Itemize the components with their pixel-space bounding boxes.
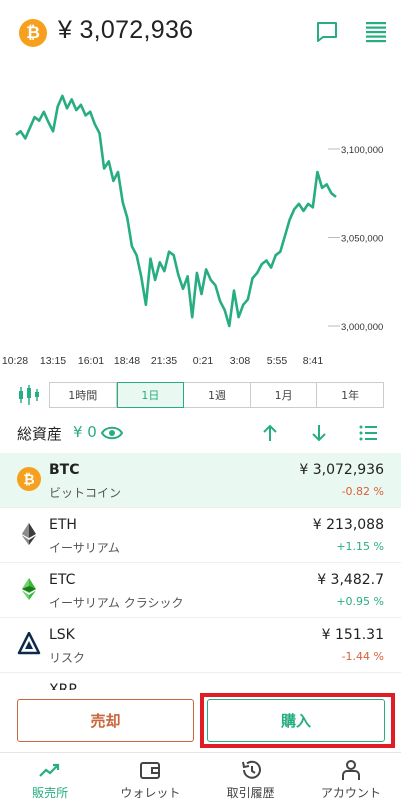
nav-label: ウォレット xyxy=(120,786,181,800)
coin-change: +1.15 % xyxy=(336,540,384,553)
nav-item-wallet[interactable]: ウォレット xyxy=(100,753,200,800)
coin-price: ¥ 151.31 xyxy=(321,627,384,643)
price-chart[interactable]: 3,100,000 3,050,000 3,000,000 10:28 13:15 16:… xyxy=(0,64,401,374)
nav-label: アカウント xyxy=(320,786,381,800)
total-assets-label: 総資産 xyxy=(17,425,63,443)
list-item-etc[interactable]: ETC イーサリアム クラシック ¥ 3,482.7 +0.95 % xyxy=(0,563,401,618)
x-tick-label: 8:41 xyxy=(303,355,324,367)
tab-1-year[interactable]: 1年 xyxy=(317,383,383,407)
list-item-eth[interactable]: ETH イーサリアム ¥ 213,088 +1.15 % xyxy=(0,508,401,563)
action-bar: 売却 購入 xyxy=(0,690,401,750)
y-tick-label: 3,050,000 xyxy=(341,234,383,245)
y-tick-label: 3,000,000 xyxy=(341,322,383,333)
chat-icon[interactable] xyxy=(315,20,339,44)
y-tick-label: 3,100,000 xyxy=(341,145,383,156)
coin-symbol: XRP xyxy=(49,682,77,690)
eye-icon[interactable] xyxy=(101,423,123,443)
coin-symbol: ETH xyxy=(49,517,77,533)
buy-button[interactable]: 購入 xyxy=(207,699,385,742)
tab-1-day[interactable]: 1日 xyxy=(116,382,185,408)
header: ₿ ¥ 3,072,936 xyxy=(0,0,401,64)
nav-label: 取引履歴 xyxy=(226,786,275,800)
lisk-icon xyxy=(17,632,41,655)
coin-name: ビットコイン xyxy=(49,486,122,500)
coin-name: イーサリアム xyxy=(49,541,120,555)
ethereum-icon xyxy=(22,523,36,545)
nav-item-account[interactable]: アカウント xyxy=(301,753,401,800)
list-item-lsk[interactable]: LSK リスク ¥ 151.31 -1.44 % xyxy=(0,618,401,673)
coin-list: ₿ BTC ビットコイン ¥ 3,072,936 -0.82 % ETH イーサ… xyxy=(0,453,401,690)
nav-item-history[interactable]: 取引履歴 xyxy=(201,753,301,800)
range-selector: 1時間 1日 1週 1月 1年 xyxy=(0,382,401,408)
total-assets-value: ¥ 0 xyxy=(73,423,97,441)
coin-name: リスク xyxy=(49,651,86,665)
coin-change: +0.95 % xyxy=(336,595,384,608)
ethereum-classic-icon xyxy=(22,578,36,600)
tab-1-week[interactable]: 1週 xyxy=(184,383,251,407)
account-icon xyxy=(341,760,360,780)
bottom-nav: 販売所 ウォレット 取引履歴 アカウント xyxy=(0,752,401,800)
total-assets-row: 総資産 ¥ 0 xyxy=(0,420,401,446)
coin-price: ¥ 213,088 xyxy=(312,517,384,533)
x-tick-label: 5:55 xyxy=(267,355,288,367)
list-icon[interactable] xyxy=(357,422,379,444)
price-line xyxy=(15,94,337,328)
x-tick-label: 3:08 xyxy=(230,355,251,367)
svg-text:₿: ₿ xyxy=(23,471,34,487)
current-price: ¥ 3,072,936 xyxy=(58,16,194,44)
sell-button[interactable]: 売却 xyxy=(17,699,194,742)
x-tick-label: 21:35 xyxy=(151,355,177,367)
history-icon xyxy=(241,760,261,779)
list-item-btc[interactable]: ₿ BTC ビットコイン ¥ 3,072,936 -0.82 % xyxy=(0,453,401,508)
coin-symbol: LSK xyxy=(49,627,75,643)
coin-change: -0.82 % xyxy=(341,485,384,498)
trend-icon xyxy=(39,763,60,777)
arrow-down-icon[interactable] xyxy=(308,422,330,444)
coin-symbol: ETC xyxy=(49,572,76,588)
arrow-up-icon[interactable] xyxy=(259,422,281,444)
menu-icon[interactable] xyxy=(364,20,388,44)
nav-item-exchange[interactable]: 販売所 xyxy=(0,753,100,800)
tab-1-hour[interactable]: 1時間 xyxy=(50,383,117,407)
candlestick-icon[interactable] xyxy=(17,384,41,406)
x-tick-label: 16:01 xyxy=(78,355,104,367)
coin-symbol: BTC xyxy=(49,462,80,478)
coin-price: ¥ 3,482.7 xyxy=(317,572,384,588)
x-tick-label: 18:48 xyxy=(114,355,140,367)
range-tabs: 1時間 1日 1週 1月 1年 xyxy=(49,382,384,408)
tab-1-month[interactable]: 1月 xyxy=(251,383,318,407)
coin-name: イーサリアム クラシック xyxy=(49,596,184,610)
x-tick-label: 10:28 xyxy=(2,355,28,367)
x-tick-label: 0:21 xyxy=(193,355,214,367)
bitcoin-icon[interactable]: ₿ xyxy=(19,19,47,47)
nav-label: 販売所 xyxy=(32,786,69,800)
price-chart-svg: 3,100,000 3,050,000 3,000,000 10:28 13:15 16:… xyxy=(2,94,383,367)
x-tick-label: 13:15 xyxy=(40,355,66,367)
bitcoin-icon: ₿ xyxy=(17,467,41,491)
wallet-icon xyxy=(140,762,161,779)
coin-price: ¥ 3,072,936 xyxy=(299,462,384,478)
coin-change: -1.44 % xyxy=(341,650,384,663)
list-item-xrp[interactable]: XRP xyxy=(0,673,401,690)
